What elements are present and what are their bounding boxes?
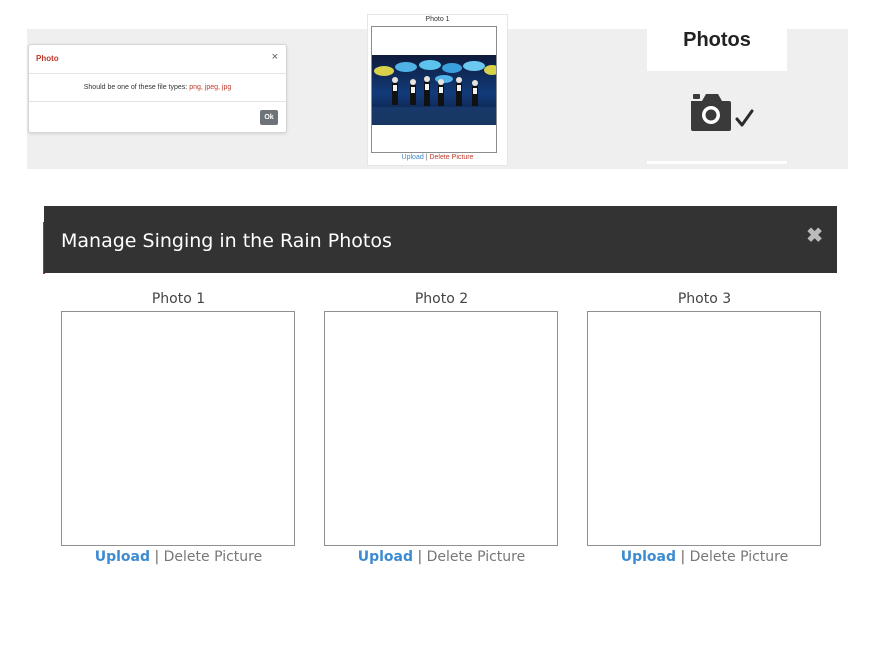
dialog-message-text: Should be one of these file types: bbox=[83, 84, 188, 91]
camera-check-icon[interactable] bbox=[689, 91, 759, 133]
photo-card-preview: Photo 1 Upload | Delete Picture bbox=[367, 14, 508, 166]
dialog-header: Photo × bbox=[29, 45, 286, 74]
camera-icon bbox=[691, 94, 754, 131]
link-separator: | bbox=[154, 549, 160, 565]
manage-photos-header: Manage Singing in the Rain Photos ✖ bbox=[44, 206, 837, 273]
dialog-footer: Ok bbox=[29, 102, 286, 132]
photo-slot-actions: Upload | Delete Picture bbox=[587, 549, 822, 565]
photo-slot-label: Photo 2 bbox=[414, 291, 469, 307]
photo-slot-1: Photo 1 Upload | Delete Picture bbox=[61, 291, 296, 565]
photos-title: Photos bbox=[683, 29, 751, 51]
dialog-close-icon[interactable]: × bbox=[272, 52, 278, 63]
delete-picture-link[interactable]: Delete Picture bbox=[690, 549, 789, 565]
link-separator: | bbox=[680, 549, 686, 565]
dialog-title: Photo bbox=[36, 54, 59, 63]
photo-card-links: Upload | Delete Picture bbox=[368, 154, 507, 161]
file-type-dialog: Photo × Should be one of these file type… bbox=[28, 44, 287, 133]
upload-link[interactable]: Upload bbox=[358, 549, 413, 565]
photos-tile-divider bbox=[647, 161, 787, 164]
close-icon[interactable]: ✖ bbox=[806, 226, 823, 246]
upload-link[interactable]: Upload bbox=[621, 549, 676, 565]
manage-photos-title: Manage Singing in the Rain Photos bbox=[61, 230, 392, 252]
dialog-message: Should be one of these file types: png, … bbox=[29, 74, 286, 102]
link-separator: | bbox=[417, 549, 423, 565]
photo-slot-3: Photo 3 Upload | Delete Picture bbox=[587, 291, 822, 565]
photo-frame[interactable] bbox=[371, 26, 497, 153]
photo-drop-area[interactable] bbox=[61, 311, 295, 546]
mini-link-separator: | bbox=[425, 154, 428, 161]
mini-delete-link[interactable]: Delete Picture bbox=[429, 154, 473, 161]
delete-picture-link[interactable]: Delete Picture bbox=[164, 549, 263, 565]
photo-slot-label: Photo 1 bbox=[151, 291, 206, 307]
photos-tile: Photos bbox=[647, 29, 787, 71]
stage-photo bbox=[372, 55, 496, 125]
photo-slot-actions: Upload | Delete Picture bbox=[61, 549, 296, 565]
photo-slot-label: Photo 3 bbox=[677, 291, 732, 307]
photo-card-label: Photo 1 bbox=[425, 16, 450, 23]
mini-upload-link[interactable]: Upload bbox=[402, 154, 424, 161]
photo-drop-area[interactable] bbox=[324, 311, 558, 546]
dialog-file-types: png, jpeg, jpg bbox=[189, 84, 232, 91]
upload-link[interactable]: Upload bbox=[95, 549, 150, 565]
ok-button[interactable]: Ok bbox=[260, 110, 278, 125]
photo-slot-2: Photo 2 Upload | Delete Picture bbox=[324, 291, 559, 565]
photo-drop-area[interactable] bbox=[587, 311, 821, 546]
delete-picture-link[interactable]: Delete Picture bbox=[427, 549, 526, 565]
photo-slot-actions: Upload | Delete Picture bbox=[324, 549, 559, 565]
